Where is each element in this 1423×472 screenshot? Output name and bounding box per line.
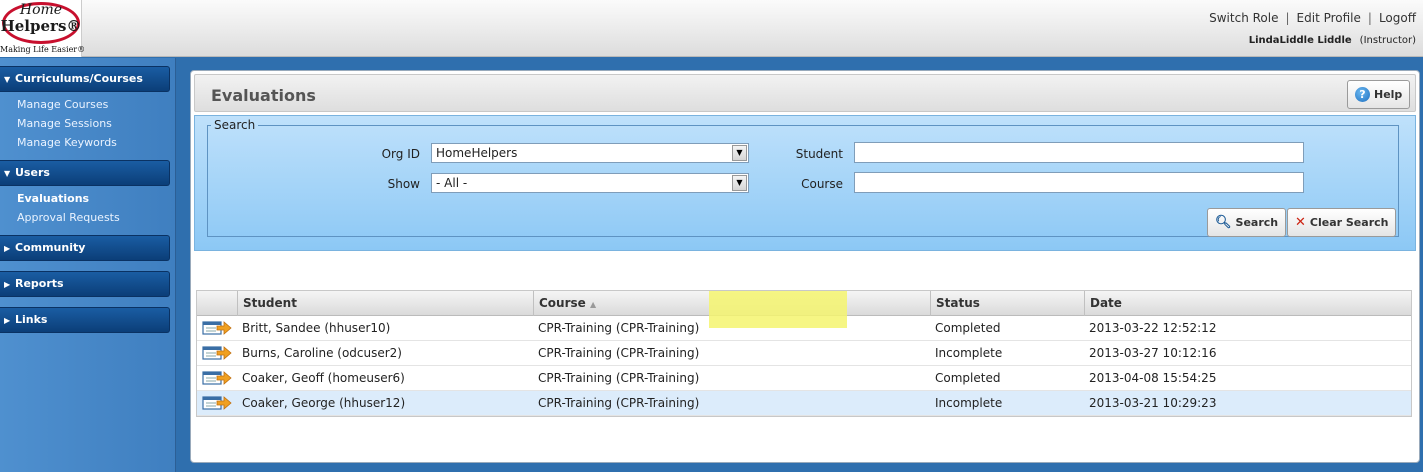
sidebar-section-community[interactable]: ▶ Community: [0, 235, 170, 261]
column-header-label: Student: [243, 296, 297, 310]
column-header-date[interactable]: Date: [1084, 291, 1413, 316]
sidebar-section-curriculums[interactable]: ▼ Curriculums/Courses: [0, 66, 170, 92]
link-separator: |: [1285, 11, 1290, 25]
table-row[interactable]: Coaker, George (hhuser12) CPR-Training (C…: [197, 391, 1411, 416]
clear-search-button[interactable]: ✕ Clear Search: [1287, 208, 1397, 237]
collapsed-triangle-icon: ▶: [4, 316, 11, 325]
user-role: (Instructor): [1359, 35, 1416, 46]
edit-profile-link[interactable]: Edit Profile: [1297, 11, 1361, 25]
logo-line2: Helpers®: [0, 17, 82, 35]
expanded-triangle-icon: ▼: [4, 169, 11, 178]
highlight-marker: [709, 291, 847, 328]
student-input[interactable]: [854, 142, 1304, 163]
cell-status: Incomplete: [935, 346, 1003, 360]
column-header-label: Date: [1090, 296, 1122, 310]
cell-course: CPR-Training (CPR-Training): [538, 396, 700, 410]
table-row[interactable]: Coaker, Geoff (homeuser6) CPR-Training (C…: [197, 366, 1411, 391]
page-title: Evaluations: [211, 86, 316, 105]
show-select[interactable]: - All - ▼: [431, 173, 749, 193]
open-evaluation-icon[interactable]: [202, 370, 232, 386]
cell-date: 2013-03-22 12:52:12: [1089, 321, 1217, 335]
help-icon: ?: [1355, 87, 1370, 102]
org-id-label: Org ID: [381, 147, 420, 161]
sidebar-item-evaluations[interactable]: Evaluations: [17, 192, 89, 205]
column-header-icon: [197, 291, 237, 316]
section-label: Community: [15, 241, 86, 254]
column-header-label: Status: [936, 296, 980, 310]
cell-course: CPR-Training (CPR-Training): [538, 321, 700, 335]
clear-search-label: Clear Search: [1309, 216, 1389, 229]
search-legend: Search: [214, 118, 256, 132]
show-value: - All -: [436, 176, 468, 190]
collapsed-triangle-icon: ▶: [4, 280, 11, 289]
search-button[interactable]: 🔍︎ Search: [1207, 208, 1287, 237]
course-input[interactable]: [854, 172, 1304, 193]
table-row[interactable]: Burns, Caroline (odcuser2) CPR-Training (…: [197, 341, 1411, 366]
cell-student: Britt, Sandee (hhuser10): [242, 321, 391, 335]
help-button[interactable]: ? Help: [1347, 80, 1411, 109]
clear-search-icon: ✕: [1295, 215, 1306, 230]
sort-ascending-icon: ▲: [589, 300, 597, 309]
chevron-down-icon[interactable]: ▼: [732, 175, 747, 191]
show-label: Show: [387, 177, 420, 191]
collapsed-triangle-icon: ▶: [4, 244, 11, 253]
sidebar-section-users[interactable]: ▼ Users: [0, 160, 170, 186]
grid-body: Britt, Sandee (hhuser10) CPR-Training (CP…: [197, 316, 1411, 416]
column-header-label: Course: [539, 296, 586, 310]
cell-date: 2013-03-27 10:12:16: [1089, 346, 1217, 360]
sidebar-item-manage-sessions[interactable]: Manage Sessions: [17, 117, 112, 130]
org-id-value: HomeHelpers: [436, 146, 518, 160]
section-label: Reports: [15, 277, 64, 290]
column-header-student[interactable]: Student: [237, 291, 533, 316]
cell-course: CPR-Training (CPR-Training): [538, 371, 700, 385]
cell-course: CPR-Training (CPR-Training): [538, 346, 700, 360]
sidebar-item-manage-keywords[interactable]: Manage Keywords: [17, 136, 117, 149]
top-header: Home Helpers® Making Life Easier® Switch…: [0, 0, 1423, 57]
user-name: LindaLiddle Liddle: [1248, 35, 1352, 46]
help-label: Help: [1374, 88, 1403, 101]
sidebar-section-links[interactable]: ▶ Links: [0, 307, 170, 333]
logoff-link[interactable]: Logoff: [1379, 11, 1416, 25]
cell-student: Coaker, George (hhuser12): [242, 396, 406, 410]
cell-student: Burns, Caroline (odcuser2): [242, 346, 402, 360]
cell-date: 2013-03-21 10:29:23: [1089, 396, 1217, 410]
cell-status: Incomplete: [935, 396, 1003, 410]
logo-tagline: Making Life Easier®: [0, 45, 86, 54]
open-evaluation-icon[interactable]: [202, 320, 232, 336]
main-panel: Evaluations ? Help Search Org ID HomeHel…: [190, 70, 1420, 463]
search-button-label: Search: [1235, 216, 1279, 229]
page-header: Evaluations ? Help: [194, 74, 1416, 112]
sidebar-section-reports[interactable]: ▶ Reports: [0, 271, 170, 297]
logo-line1: Home: [19, 2, 63, 18]
open-evaluation-icon[interactable]: [202, 345, 232, 361]
org-id-select[interactable]: HomeHelpers ▼: [431, 143, 749, 163]
chevron-down-icon[interactable]: ▼: [732, 145, 747, 161]
open-evaluation-icon[interactable]: [202, 395, 232, 411]
sidebar-item-manage-courses[interactable]: Manage Courses: [17, 98, 108, 111]
link-separator: |: [1367, 11, 1372, 25]
sidebar-item-approval-requests[interactable]: Approval Requests: [17, 211, 120, 224]
cell-date: 2013-04-08 15:54:25: [1089, 371, 1217, 385]
cell-student: Coaker, Geoff (homeuser6): [242, 371, 405, 385]
section-label: Curriculums/Courses: [15, 72, 143, 85]
cell-status: Completed: [935, 371, 1001, 385]
cell-status: Completed: [935, 321, 1001, 335]
magnifier-icon: 🔍︎: [1215, 215, 1232, 230]
home-helpers-logo[interactable]: Home Helpers® Making Life Easier®: [0, 0, 86, 57]
switch-role-link[interactable]: Switch Role: [1209, 11, 1278, 25]
column-header-status[interactable]: Status: [930, 291, 1084, 316]
sidebar: ▼ Curriculums/Courses Manage Courses Mana…: [0, 58, 176, 472]
section-label: Users: [15, 166, 50, 179]
current-user: LindaLiddle Liddle (Instructor): [1249, 35, 1416, 46]
section-label: Links: [15, 313, 48, 326]
top-links: Switch Role | Edit Profile | Logoff: [1209, 11, 1416, 25]
expanded-triangle-icon: ▼: [4, 75, 11, 84]
search-area: Search Org ID HomeHelpers ▼ Show - All -…: [194, 115, 1416, 251]
student-label: Student: [795, 147, 843, 161]
course-label: Course: [801, 177, 843, 191]
